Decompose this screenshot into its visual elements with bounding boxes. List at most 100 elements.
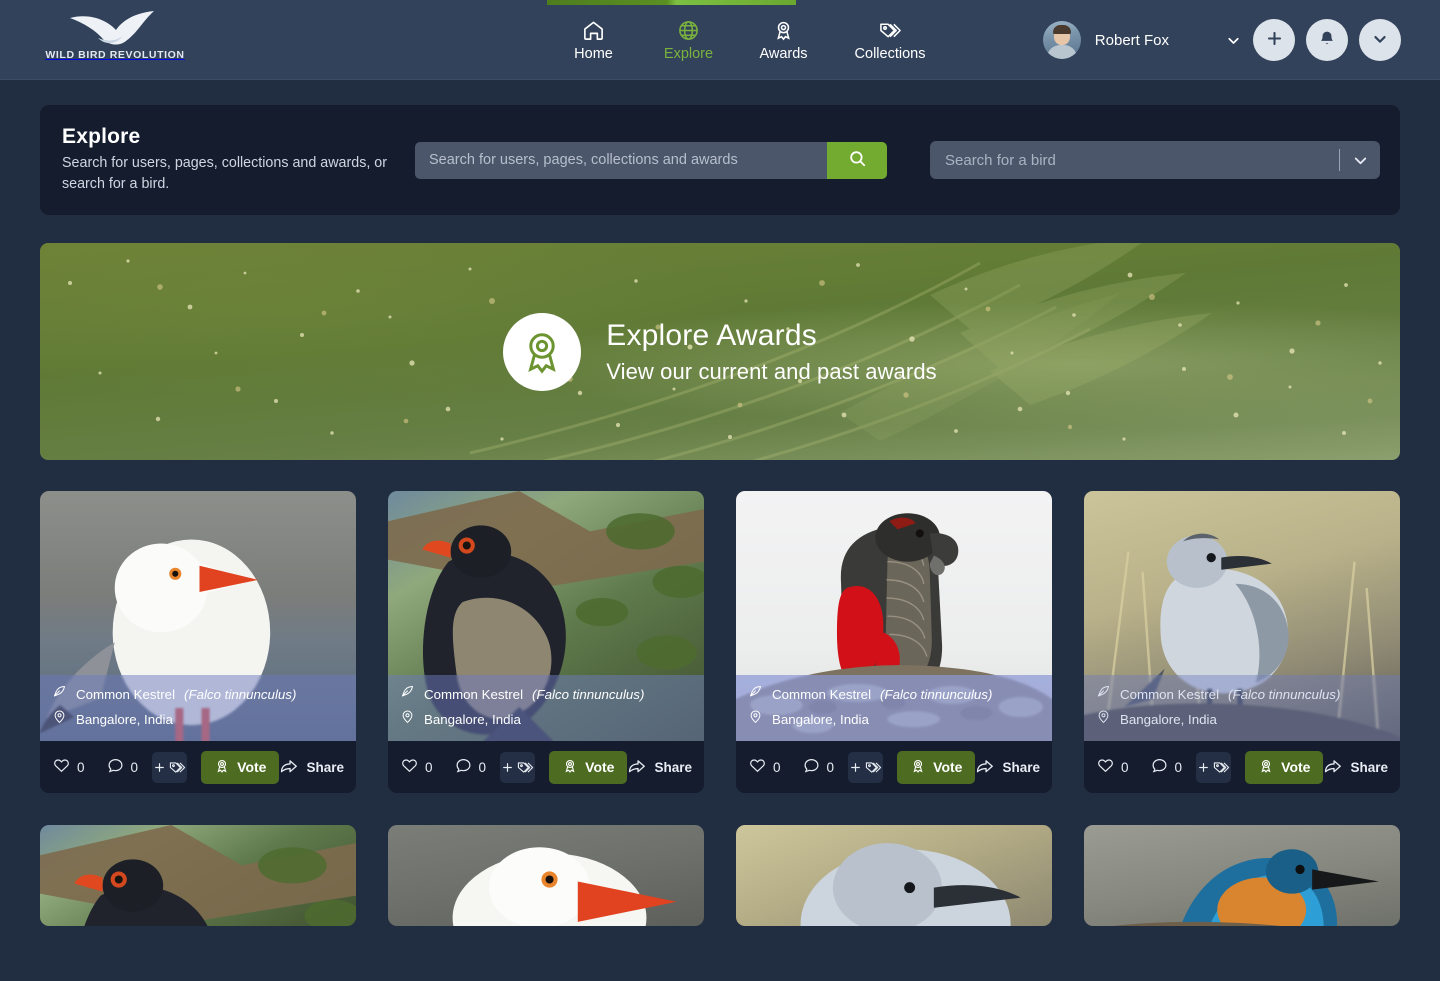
comment-button[interactable]: 0	[455, 757, 487, 777]
comment-button[interactable]: 0	[1151, 757, 1182, 777]
bird-photo[interactable]: Common Kestrel (Falco tinnunculus) Banga…	[736, 491, 1052, 741]
bird-card[interactable]: Common Kestrel (Falco tinnunculus) Banga…	[736, 491, 1052, 793]
vote-button[interactable]: Vote	[201, 750, 280, 784]
more-button[interactable]	[1359, 19, 1401, 61]
species-scientific-name: (Falco tinnunculus)	[184, 686, 297, 702]
bird-photo[interactable]	[1084, 825, 1400, 926]
add-tag-icon	[153, 759, 187, 776]
comment-count: 0	[478, 759, 487, 775]
card-action-bar: 0 0 Vote Share	[1084, 741, 1400, 793]
comment-icon	[803, 757, 820, 777]
search-input[interactable]	[415, 141, 827, 179]
page-subtitle: Search for users, pages, collections and…	[62, 155, 388, 192]
banner-title: Explore Awards	[606, 318, 817, 352]
bird-info-overlay: Common Kestrel (Falco tinnunculus) Banga…	[736, 675, 1052, 741]
species-row: Common Kestrel (Falco tinnunculus)	[748, 684, 1040, 705]
explore-awards-banner[interactable]: Explore Awards View our current and past…	[40, 243, 1400, 460]
share-button[interactable]: Share	[1323, 757, 1388, 777]
nav-item-awards[interactable]: Awards	[736, 0, 831, 80]
location-label: Bangalore, India	[772, 711, 869, 727]
comment-button[interactable]: 0	[803, 757, 834, 777]
location-pin-icon	[1096, 709, 1111, 730]
bird-card[interactable]	[388, 825, 704, 926]
like-count: 0	[773, 759, 781, 775]
nav-item-home[interactable]: Home	[546, 0, 641, 80]
bird-search-input[interactable]	[930, 141, 1339, 179]
award-ribbon-icon	[910, 758, 926, 777]
bird-card[interactable]	[40, 825, 356, 926]
avatar[interactable]	[1042, 21, 1081, 59]
bird-photo[interactable]: Common Kestrel (Falco tinnunculus) Banga…	[1084, 491, 1400, 741]
like-count: 0	[425, 759, 433, 775]
search-button[interactable]	[827, 141, 887, 179]
vote-label: Vote	[585, 759, 615, 775]
brand-logo[interactable]: WILD BIRD REVOLUTION	[40, 10, 190, 61]
add-to-collection-button[interactable]	[500, 751, 536, 783]
bird-photo[interactable]	[388, 825, 704, 926]
location-label: Bangalore, India	[76, 711, 173, 727]
feather-icon	[748, 684, 763, 705]
nav-item-collections[interactable]: Collections	[831, 0, 949, 80]
award-ribbon-icon	[503, 312, 582, 391]
share-button[interactable]: Share	[627, 757, 692, 777]
bird-card[interactable]	[736, 825, 1052, 926]
page-title: Explore	[62, 125, 141, 148]
bird-search-group	[930, 141, 1380, 179]
bird-wing-logo-icon	[40, 10, 190, 46]
location-label: Bangalore, India	[1120, 711, 1217, 727]
location-row: Bangalore, India	[400, 709, 692, 730]
chevron-down-icon	[1371, 30, 1389, 51]
like-button[interactable]: 0	[53, 757, 85, 777]
user-menu-chevron-down-icon[interactable]	[1225, 32, 1242, 49]
location-label: Bangalore, India	[424, 711, 521, 727]
bird-info-overlay: Common Kestrel (Falco tinnunculus) Banga…	[40, 675, 356, 741]
banner-text-block: Explore Awards View our current and past…	[606, 319, 937, 385]
nav-item-explore[interactable]: Explore	[641, 0, 736, 80]
nav-label-explore: Explore	[663, 45, 714, 62]
add-to-collection-button[interactable]	[848, 751, 884, 783]
bird-card[interactable]: Common Kestrel (Falco tinnunculus) Banga…	[40, 491, 356, 793]
heart-icon	[749, 757, 766, 777]
bird-card[interactable]: Common Kestrel (Falco tinnunculus) Banga…	[1084, 491, 1400, 793]
species-scientific-name: (Falco tinnunculus)	[532, 686, 645, 702]
feather-icon	[1096, 684, 1111, 705]
share-icon	[1323, 757, 1342, 777]
species-common-name: Common Kestrel	[76, 686, 176, 702]
bird-photo[interactable]: Common Kestrel (Falco tinnunculus) Banga…	[388, 491, 704, 741]
vote-label: Vote	[933, 759, 963, 775]
species-common-name: Common Kestrel	[772, 686, 872, 702]
share-button[interactable]: Share	[975, 757, 1040, 777]
add-button[interactable]	[1253, 19, 1295, 61]
share-button[interactable]: Share	[279, 757, 344, 777]
like-button[interactable]: 0	[1097, 757, 1129, 777]
add-tag-icon	[501, 759, 535, 776]
bird-card[interactable]: Common Kestrel (Falco tinnunculus) Banga…	[388, 491, 704, 793]
main-navigation: Home Explore Awards Collections	[546, 0, 949, 80]
comment-count: 0	[130, 759, 139, 775]
notifications-button[interactable]	[1306, 19, 1348, 61]
bird-search-chevron-down-icon[interactable]	[1340, 141, 1380, 179]
like-button[interactable]: 0	[401, 757, 433, 777]
bird-photo[interactable]: Common Kestrel (Falco tinnunculus) Banga…	[40, 491, 356, 741]
add-to-collection-button[interactable]	[1196, 751, 1232, 783]
add-tag-icon	[1197, 759, 1231, 776]
bird-photo[interactable]	[40, 825, 356, 926]
vote-button[interactable]: Vote	[1245, 750, 1324, 784]
page-body: Explore Search for users, pages, collect…	[0, 105, 1440, 926]
home-icon	[582, 19, 605, 42]
species-scientific-name: (Falco tinnunculus)	[1228, 686, 1341, 702]
bird-photo[interactable]	[736, 825, 1052, 926]
bird-card[interactable]	[1084, 825, 1400, 926]
vote-button[interactable]: Vote	[549, 750, 628, 784]
add-tag-icon	[849, 759, 883, 776]
add-to-collection-button[interactable]	[152, 751, 188, 783]
vote-button[interactable]: Vote	[897, 750, 976, 784]
comment-icon	[1151, 757, 1168, 777]
banner-subtitle: View our current and past awards	[606, 358, 937, 384]
share-label: Share	[1002, 759, 1040, 775]
bird-card-grid: Common Kestrel (Falco tinnunculus) Banga…	[40, 491, 1400, 926]
explore-heading-block: Explore Search for users, pages, collect…	[62, 125, 412, 195]
user-area: Robert Fox	[1042, 0, 1401, 80]
comment-button[interactable]: 0	[107, 757, 139, 777]
like-button[interactable]: 0	[749, 757, 781, 777]
